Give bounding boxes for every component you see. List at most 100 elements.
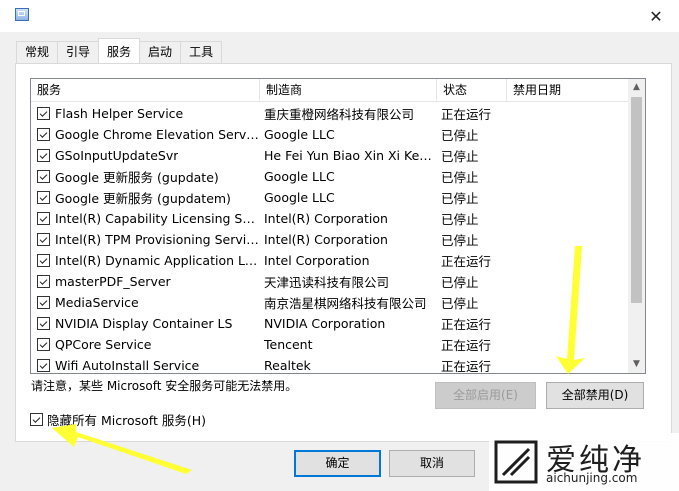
scroll-down-arrow-icon[interactable]: ▼	[628, 356, 645, 373]
watermark-en-text: aichunjing.com	[546, 471, 638, 485]
service-checkbox-icon[interactable]	[37, 128, 50, 141]
manufacturer-cell: Intel(R) Corporation	[264, 211, 388, 226]
manufacturer-cell: Intel Corporation	[264, 253, 370, 268]
status-cell: 已停止	[441, 212, 479, 227]
watermark: 爱纯净 aichunjing.com	[489, 433, 679, 491]
services-list[interactable]: 服务 制造商 状态 禁用日期 Flash Helper Service 重庆重橙网…	[30, 78, 646, 374]
service-cell: Intel(R) Capability Licensing Servi...	[31, 211, 260, 226]
service-name: masterPDF_Server	[55, 274, 171, 289]
service-cell: Google Chrome Elevation Service	[31, 127, 260, 142]
service-checkbox-icon[interactable]	[37, 317, 50, 330]
status-cell: 正在运行	[441, 254, 492, 269]
hide-microsoft-checkbox-icon[interactable]	[30, 413, 43, 426]
column-header-status[interactable]: 状态	[437, 79, 507, 101]
service-name: Google 更新服务 (gupdatem)	[55, 191, 231, 206]
service-name: MediaService	[55, 295, 139, 310]
table-row[interactable]: Intel(R) TPM Provisioning Service Intel(R…	[31, 229, 629, 250]
security-services-note: 请注意，某些 Microsoft 安全服务可能无法禁用。	[31, 379, 298, 393]
table-row[interactable]: MediaService 南京浩星棋网络科技有限公司 已停止	[31, 292, 629, 313]
tab-services[interactable]: 服务	[98, 38, 141, 63]
service-cell: masterPDF_Server	[31, 274, 260, 289]
table-row[interactable]: masterPDF_Server 天津迅读科技有限公司 已停止	[31, 271, 629, 292]
status-cell: 已停止	[441, 296, 479, 311]
enable-all-button[interactable]: 全部启用(E)	[435, 382, 536, 409]
service-cell: MediaService	[31, 295, 260, 310]
scroll-thumb[interactable]	[631, 97, 642, 303]
table-row[interactable]: Google 更新服务 (gupdatem) Google LLC 已停止	[31, 187, 629, 208]
service-name: Intel(R) TPM Provisioning Service	[55, 232, 260, 247]
manufacturer-cell: He Fei Yun Biao Xin Xi Ke J...	[264, 148, 435, 163]
manufacturer-cell: Tencent	[264, 337, 313, 352]
close-icon: ✕	[649, 6, 663, 26]
list-rows: Flash Helper Service 重庆重橙网络科技有限公司正在运行 Goog…	[31, 103, 629, 374]
status-cell: 正在运行	[441, 317, 492, 332]
service-checkbox-icon[interactable]	[37, 359, 50, 372]
table-row[interactable]: Intel(R) Capability Licensing Servi... In…	[31, 208, 629, 229]
table-row[interactable]: GSoInputUpdateSvr He Fei Yun Biao Xin Xi …	[31, 145, 629, 166]
service-name: NVIDIA Display Container LS	[55, 316, 233, 331]
status-cell: 已停止	[441, 233, 479, 248]
table-row[interactable]: QPCore Service Tencent 正在运行	[31, 334, 629, 355]
service-checkbox-icon[interactable]	[37, 212, 50, 225]
service-cell: Wifi AutoInstall Service	[31, 358, 260, 373]
column-header-manufacturer[interactable]: 制造商	[260, 79, 437, 101]
table-row[interactable]: NVIDIA Display Container LS NVIDIA Corpor…	[31, 313, 629, 334]
service-checkbox-icon[interactable]	[37, 275, 50, 288]
service-cell: Intel(R) TPM Provisioning Service	[31, 232, 260, 247]
table-row[interactable]: Flash Helper Service 重庆重橙网络科技有限公司 正在运行	[31, 103, 629, 124]
status-cell: 已停止	[441, 149, 479, 164]
manufacturer-cell: 天津迅读科技有限公司	[264, 275, 390, 290]
service-checkbox-icon[interactable]	[37, 170, 50, 183]
service-name: Google Chrome Elevation Service	[55, 127, 260, 142]
tab-general[interactable]: 常规	[16, 41, 59, 63]
hide-microsoft-label: 隐藏所有 Microsoft 服务(H)	[47, 413, 206, 428]
close-button[interactable]: ✕	[633, 0, 679, 32]
scroll-up-arrow-icon[interactable]: ▲	[628, 79, 645, 96]
table-row[interactable]: Intel(R) Dynamic Application Loa... Intel…	[31, 250, 629, 271]
tab-startup[interactable]: 启动	[139, 41, 182, 63]
manufacturer-cell: Realtek	[264, 358, 311, 373]
service-checkbox-icon[interactable]	[37, 296, 50, 309]
table-row[interactable]: Google Chrome Elevation Service Google LL…	[31, 124, 629, 145]
column-header-service[interactable]: 服务	[31, 79, 260, 101]
service-checkbox-icon[interactable]	[37, 254, 50, 267]
tab-boot[interactable]: 引导	[57, 41, 100, 63]
service-name: Flash Helper Service	[55, 106, 184, 121]
list-header: 服务 制造商 状态 禁用日期	[31, 79, 629, 102]
manufacturer-cell: 南京浩星棋网络科技有限公司	[264, 296, 427, 311]
service-name: Intel(R) Dynamic Application Loa...	[55, 253, 260, 268]
status-cell: 已停止	[441, 191, 479, 206]
service-checkbox-icon[interactable]	[37, 233, 50, 246]
cancel-button[interactable]: 取消	[389, 450, 475, 477]
service-checkbox-icon[interactable]	[37, 107, 50, 120]
service-checkbox-icon[interactable]	[37, 149, 50, 162]
service-checkbox-icon[interactable]	[37, 191, 50, 204]
column-header-disabled-date[interactable]: 禁用日期	[507, 79, 629, 101]
service-cell: QPCore Service	[31, 337, 260, 352]
service-cell: Intel(R) Dynamic Application Loa...	[31, 253, 260, 268]
manufacturer-cell: Google LLC	[264, 190, 335, 205]
service-cell: NVIDIA Display Container LS	[31, 316, 260, 331]
service-cell: Google 更新服务 (gupdatem)	[31, 188, 260, 207]
tab-strip: 常规 引导 服务 启动 工具	[16, 38, 223, 63]
status-cell: 已停止	[441, 275, 479, 290]
status-cell: 已停止	[441, 170, 479, 185]
service-name: GSoInputUpdateSvr	[55, 148, 179, 163]
manufacturer-cell: Google LLC	[264, 169, 335, 184]
tab-tools[interactable]: 工具	[180, 41, 223, 63]
service-name: Wifi AutoInstall Service	[55, 358, 200, 373]
watermark-logo-icon	[494, 440, 538, 484]
service-name: QPCore Service	[55, 337, 152, 352]
service-name: Google 更新服务 (gupdate)	[55, 170, 219, 185]
disable-all-button[interactable]: 全部禁用(D)	[546, 382, 644, 409]
table-row[interactable]: Wifi AutoInstall Service Realtek 正在运行	[31, 355, 629, 374]
ok-button[interactable]: 确定	[294, 450, 381, 477]
manufacturer-cell: 重庆重橙网络科技有限公司	[264, 107, 415, 122]
table-row[interactable]: Google 更新服务 (gupdate) Google LLC 已停止	[31, 166, 629, 187]
service-cell: Google 更新服务 (gupdate)	[31, 167, 260, 186]
vertical-scrollbar[interactable]: ▲ ▼	[628, 79, 645, 373]
service-checkbox-icon[interactable]	[37, 338, 50, 351]
hide-microsoft-services-checkbox[interactable]: 隐藏所有 Microsoft 服务(H)	[30, 410, 206, 429]
status-cell: 正在运行	[441, 338, 492, 353]
status-cell: 正在运行	[441, 359, 492, 374]
